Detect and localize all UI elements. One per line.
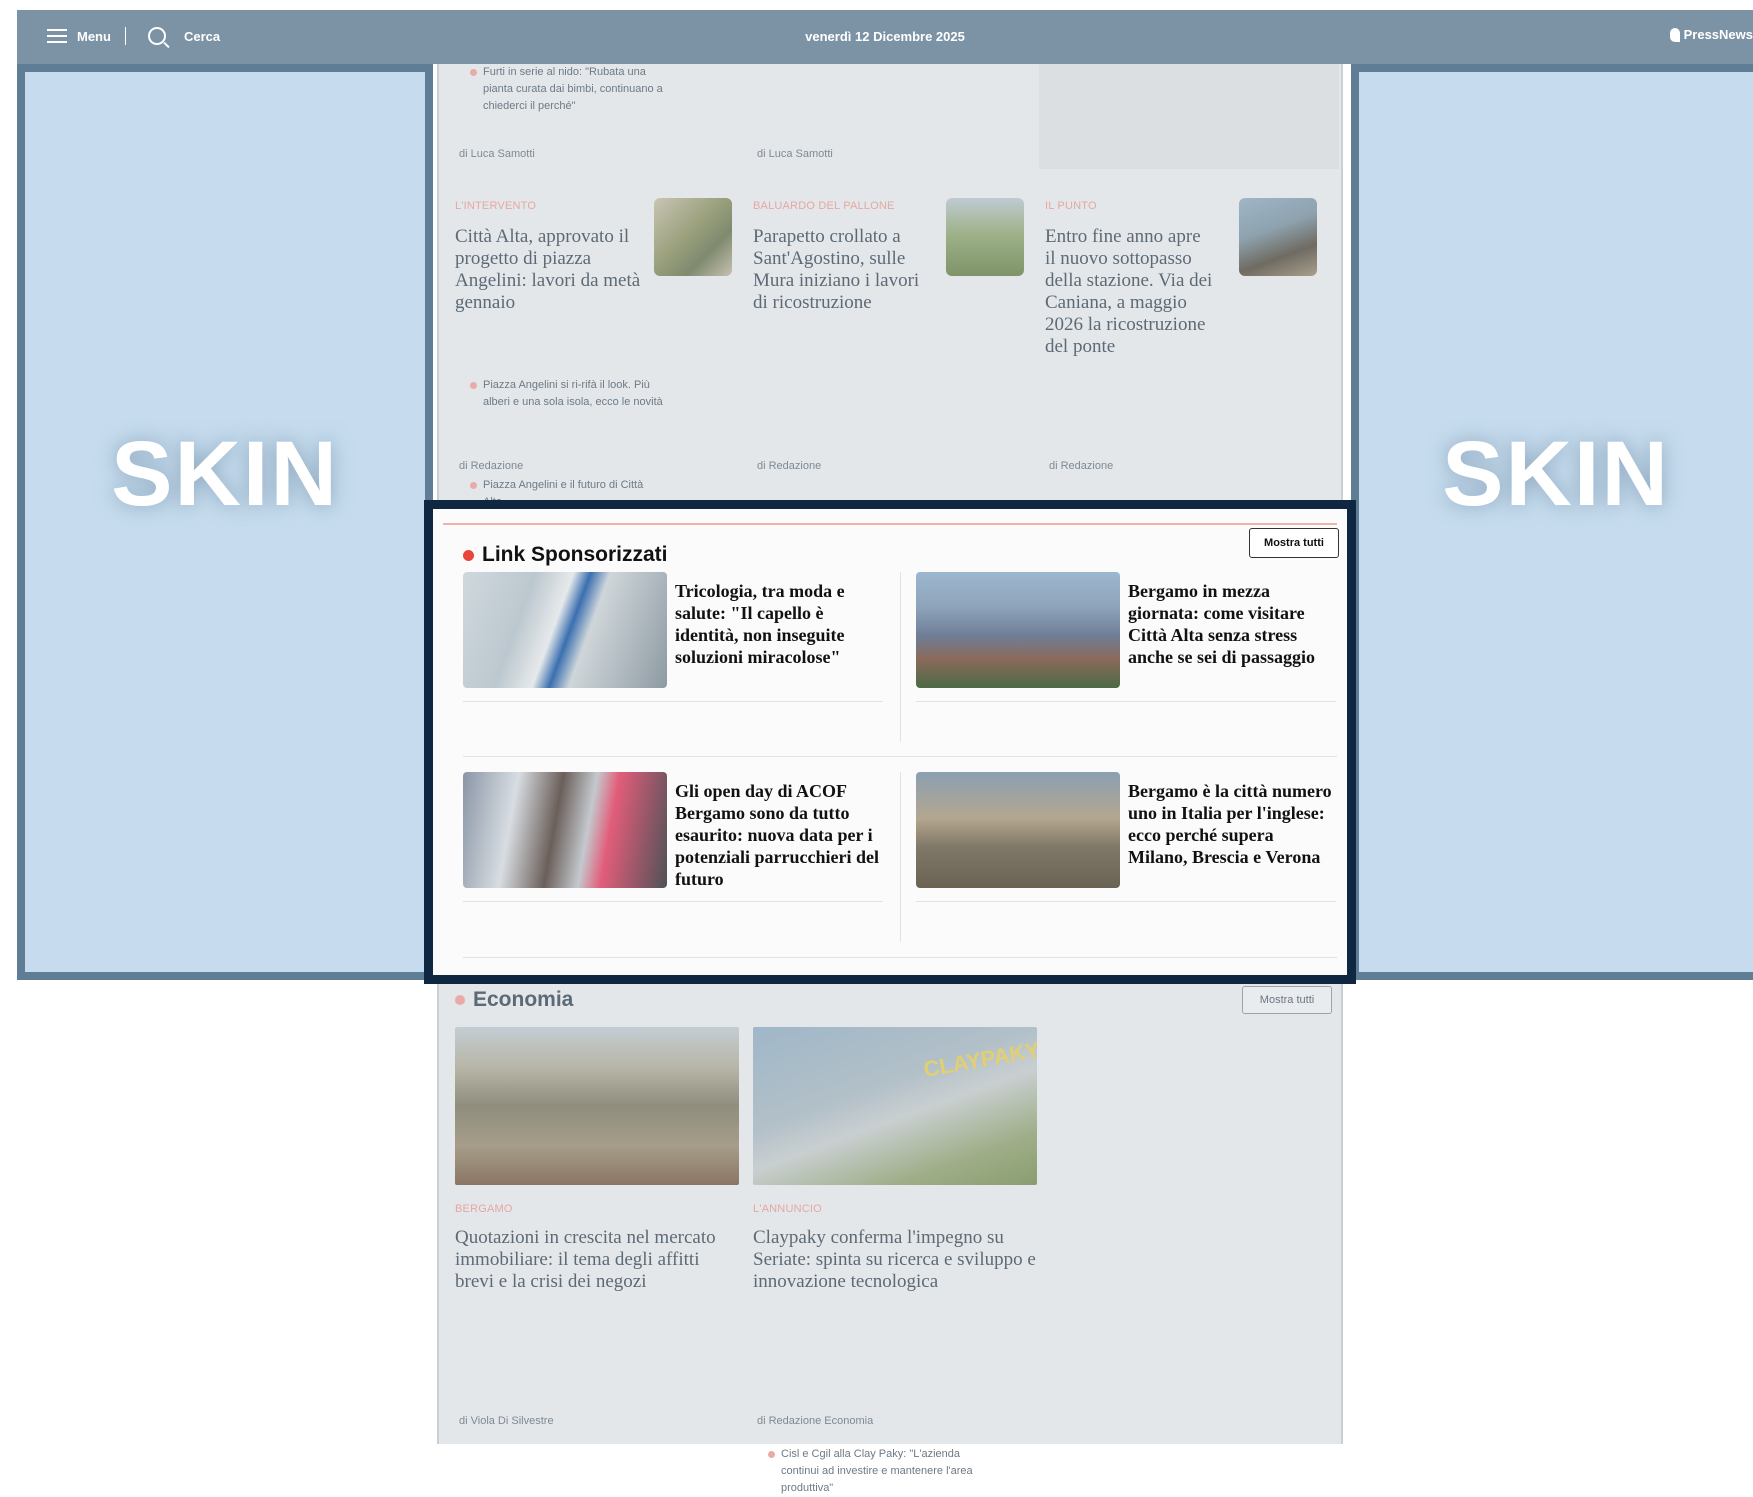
article-kicker: BERGAMO — [455, 1203, 513, 1215]
column-divider — [900, 572, 901, 742]
sponsored-title[interactable]: Bergamo in mezza giornata: come visitare… — [1128, 580, 1333, 668]
section-title: Link Sponsorizzati — [482, 543, 668, 566]
show-all-button[interactable]: Mostra tutti — [1249, 528, 1339, 558]
sponsored-image[interactable] — [463, 772, 667, 888]
sponsored-title[interactable]: Gli open day di ACOF Bergamo sono da tut… — [675, 780, 880, 890]
card-divider — [916, 901, 1336, 902]
article-title[interactable]: Quotazioni in crescita nel mercato immob… — [455, 1227, 723, 1293]
sponsored-links-section: Link Sponsorizzati Mostra tutti Tricolog… — [424, 500, 1356, 984]
sponsored-title[interactable]: Tricologia, tra moda e salute: "Il capel… — [675, 580, 880, 668]
sponsored-image[interactable] — [916, 772, 1120, 888]
card-divider — [463, 701, 883, 702]
related-link[interactable]: Furti in serie al nido: "Rubata una pian… — [469, 64, 668, 115]
article-kicker: L'ANNUNCIO — [753, 1203, 822, 1215]
article-author: di Redazione — [757, 460, 822, 472]
column-divider — [900, 772, 901, 942]
skin-label: SKIN — [111, 422, 339, 525]
skin-ad-right[interactable]: SKIN — [1351, 64, 1753, 980]
sponsored-image[interactable] — [916, 572, 1120, 688]
pressnews-logo-icon — [1669, 27, 1680, 42]
article-title[interactable]: Parapetto crollato a Sant'Agostino, sull… — [753, 226, 933, 314]
brand-link[interactable]: PressNews — [1669, 27, 1753, 42]
article-kicker: L'INTERVENTO — [455, 200, 537, 212]
economia-header: Economia — [455, 988, 573, 1012]
article-author: di Luca Samotti — [757, 148, 833, 160]
article-kicker: IL PUNTO — [1045, 200, 1097, 212]
article-title[interactable]: Città Alta, approvato il progetto di pia… — [455, 226, 641, 314]
article-title[interactable]: Entro fine anno apre il nuovo sottopasso… — [1045, 226, 1215, 358]
row-divider — [463, 756, 1337, 757]
card-divider — [463, 901, 883, 902]
skin-label: SKIN — [1442, 422, 1670, 525]
brand-name: PressNews — [1683, 27, 1753, 42]
row-divider — [463, 957, 1337, 958]
article-image[interactable] — [455, 1027, 739, 1185]
ad-placeholder — [1039, 64, 1339, 169]
article-author: di Redazione — [459, 460, 524, 472]
card-divider — [916, 701, 1336, 702]
sponsored-title[interactable]: Bergamo è la città numero uno in Italia … — [1128, 780, 1333, 868]
article-kicker: BALUARDO DEL PALLONE — [753, 200, 895, 212]
article-author: di Luca Samotti — [459, 148, 535, 160]
related-link[interactable]: Piazza Angelini si ri-rifà il look. Più … — [469, 377, 663, 411]
sponsored-image[interactable] — [463, 572, 667, 688]
article-thumbnail[interactable] — [654, 198, 732, 276]
show-all-button[interactable]: Mostra tutti — [1242, 986, 1332, 1014]
skin-ad-left[interactable]: SKIN — [17, 64, 433, 980]
article-author: di Redazione Economia — [757, 1415, 874, 1427]
section-divider — [443, 523, 1337, 525]
current-date: venerdì 12 Dicembre 2025 — [805, 29, 965, 44]
related-link[interactable]: Cisl e Cgil alla Clay Paky: "L'azienda c… — [767, 1446, 981, 1497]
article-image[interactable]: CLAYPAKY — [753, 1027, 1037, 1185]
article-author: di Viola Di Silvestre — [459, 1415, 554, 1427]
article-title[interactable]: Claypaky conferma l'impegno su Seriate: … — [753, 1227, 1038, 1293]
building-sign: CLAYPAKY — [921, 1037, 1037, 1083]
article-thumbnail[interactable] — [946, 198, 1024, 276]
section-title: Economia — [473, 988, 574, 1011]
section-dot-icon — [455, 995, 465, 1005]
sponsored-header: Link Sponsorizzati — [463, 543, 668, 567]
top-bar: Menu Cerca venerdì 12 Dicembre 2025 Pres… — [17, 10, 1753, 64]
section-dot-icon — [463, 549, 474, 561]
article-author: di Redazione — [1049, 460, 1114, 472]
article-thumbnail[interactable] — [1239, 198, 1317, 276]
